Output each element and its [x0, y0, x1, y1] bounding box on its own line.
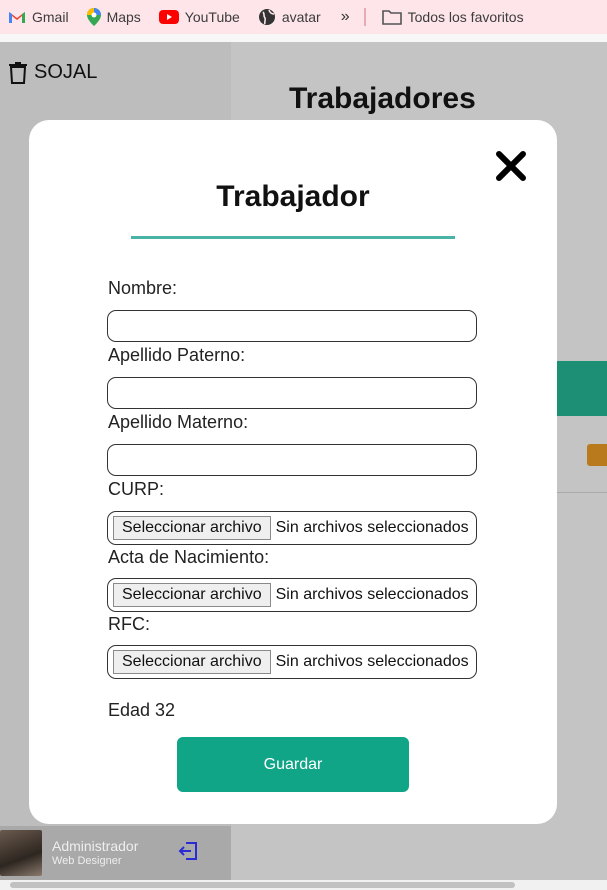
- bookmark-avatar[interactable]: avatar: [250, 8, 331, 26]
- curp-choose-file-button[interactable]: Seleccionar archivo: [113, 516, 271, 540]
- modal-title: Trabajador: [216, 180, 370, 213]
- bookmark-label: Todos los favoritos: [407, 9, 524, 25]
- title-divider: [131, 236, 455, 239]
- folder-icon: [381, 10, 402, 25]
- trash-icon: [9, 62, 27, 84]
- logout-icon[interactable]: [178, 842, 198, 860]
- horizontal-scrollbar[interactable]: [0, 880, 607, 890]
- curp-file-input[interactable]: Seleccionar archivo Sin archivos selecci…: [107, 511, 477, 545]
- bookmarks-overflow-button[interactable]: »: [331, 8, 360, 26]
- worker-modal: Trabajador Nombre: Apellido Paterno: Ape…: [29, 120, 557, 824]
- youtube-icon: [158, 10, 179, 24]
- apellido-materno-input[interactable]: [107, 444, 477, 476]
- bookmark-label: Gmail: [32, 9, 69, 25]
- page-top-strip: [0, 34, 607, 42]
- avatar: [0, 830, 42, 876]
- brand-name: SOJAL: [34, 60, 98, 83]
- apellido-paterno-label: Apellido Paterno:: [108, 345, 246, 365]
- bookmark-label: Maps: [106, 9, 141, 25]
- bookmarks-bar: Gmail Maps YouTube avatar » Todos los fa…: [0, 0, 607, 34]
- apellido-paterno-input[interactable]: [107, 377, 477, 409]
- user-name: Administrador: [52, 838, 139, 854]
- acta-file-status: Sin archivos seleccionados: [275, 586, 469, 603]
- nombre-input[interactable]: [107, 310, 477, 342]
- bookmark-label: avatar: [281, 9, 321, 25]
- brand[interactable]: SOJAL: [8, 60, 97, 84]
- user-panel: Administrador Web Designer: [0, 826, 231, 880]
- save-button[interactable]: Guardar: [177, 737, 409, 792]
- acta-nacimiento-file-input[interactable]: Seleccionar archivo Sin archivos selecci…: [107, 578, 477, 612]
- curp-file-status: Sin archivos seleccionados: [275, 519, 469, 536]
- edad-text: Edad 32: [108, 700, 176, 720]
- bookmark-maps[interactable]: Maps: [79, 8, 151, 26]
- close-icon[interactable]: [495, 150, 527, 182]
- maps-icon: [86, 8, 101, 26]
- acta-nacimiento-label: Acta de Nacimiento:: [108, 547, 270, 567]
- page-title: Trabajadores: [289, 82, 476, 115]
- gmail-icon: [9, 12, 25, 23]
- row-action-button[interactable]: [587, 444, 607, 466]
- bookmarks-divider: [363, 8, 366, 26]
- bookmark-label: YouTube: [184, 9, 240, 25]
- acta-choose-file-button[interactable]: Seleccionar archivo: [113, 583, 271, 607]
- rfc-file-input[interactable]: Seleccionar archivo Sin archivos selecci…: [107, 645, 477, 679]
- rfc-file-status: Sin archivos seleccionados: [275, 653, 469, 670]
- nombre-label: Nombre:: [108, 278, 178, 298]
- globe-icon: [258, 9, 275, 25]
- all-bookmarks-folder[interactable]: Todos los favoritos: [374, 9, 534, 25]
- user-role: Web Designer: [52, 855, 122, 867]
- scrollbar-thumb[interactable]: [10, 882, 515, 888]
- rfc-label: RFC:: [108, 614, 150, 634]
- rfc-choose-file-button[interactable]: Seleccionar archivo: [113, 650, 271, 674]
- curp-label: CURP:: [108, 479, 165, 499]
- apellido-materno-label: Apellido Materno:: [108, 412, 249, 432]
- bookmark-gmail[interactable]: Gmail: [0, 9, 79, 25]
- bookmark-youtube[interactable]: YouTube: [151, 9, 250, 25]
